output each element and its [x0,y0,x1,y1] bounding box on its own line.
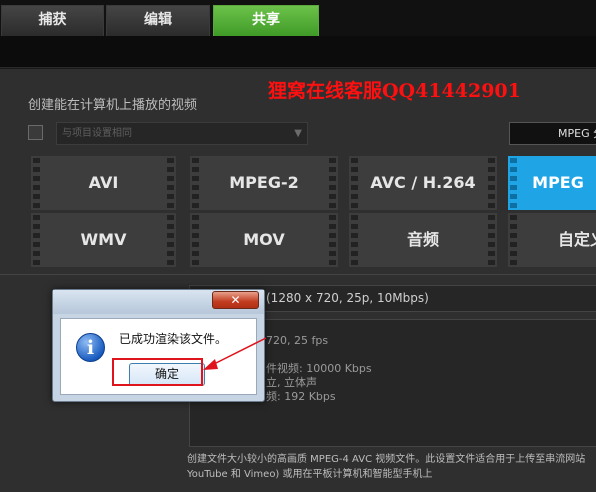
info-icon: i [76,333,105,362]
format-button-audio[interactable]: 音频 [349,213,497,267]
chevron-down-icon: ▼ [294,128,302,139]
profile-dropdown-value: 与项目设置相同 [62,128,132,139]
section-divider [0,274,596,275]
share-panel: 创建能在计算机上播放的视频 狸窝在线客服QQ41442901 与项目设置相同 ▼… [0,69,596,492]
format-button-mpeg4[interactable]: MPEG [508,156,596,210]
format-button-custom[interactable]: 自定义 [508,213,596,267]
profile-dropdown[interactable]: 与项目设置相同 ▼ [56,122,308,145]
dialog-titlebar[interactable]: ✕ [53,290,264,314]
format-button-avi[interactable]: AVI [31,156,176,210]
format-button-mpeg2[interactable]: MPEG-2 [190,156,338,210]
format-button-avc-h264[interactable]: AVC / H.264 [349,156,497,210]
description-line-1: 创建文件大小较小的高画质 MPEG-4 AVC 视频文件。此设置文件适合用于上传… [187,454,586,465]
same-as-project-checkbox[interactable] [28,125,43,140]
description-line-2: YouTube 和 Vimeo) 或用在平板计算机和智能型手机上 [187,469,433,480]
annotation-arrow-icon [203,337,267,370]
close-icon[interactable]: ✕ [212,291,259,309]
toolbar-strip [0,36,596,68]
ok-button-highlight [112,358,203,386]
detail-audio-bitrate: 频: 192 Kbps [266,390,336,403]
profile-type-select[interactable]: MPEG 分 [509,122,596,145]
detail-resolution: 720, 25 fps [266,334,329,347]
format-button-mov[interactable]: MOV [190,213,338,267]
top-tab-bar: 捕获 编辑 共享 [0,0,596,36]
watermark-text: 狸窝在线客服QQ41442901 [268,80,521,102]
format-description: 创建文件大小较小的高画质 MPEG-4 AVC 视频文件。此设置文件适合用于上传… [187,452,596,482]
section-title: 创建能在计算机上播放的视频 [28,98,198,113]
tab-capture[interactable]: 捕获 [1,5,104,36]
tab-edit[interactable]: 编辑 [106,5,210,36]
tab-share[interactable]: 共享 [213,5,319,36]
format-button-wmv[interactable]: WMV [31,213,176,267]
